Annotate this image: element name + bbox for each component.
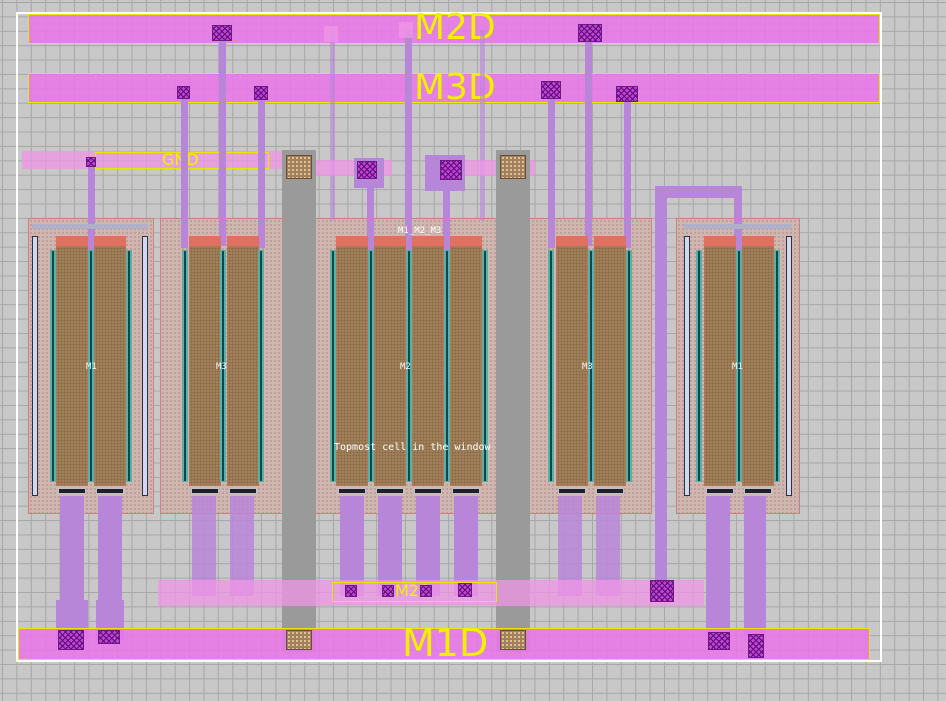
diffusion-strip[interactable] — [258, 250, 264, 482]
m2-line[interactable] — [219, 36, 226, 246]
m2-loop[interactable] — [655, 186, 741, 198]
gate-poly[interactable] — [227, 246, 259, 486]
m1d-pin-label: M1D — [402, 621, 489, 665]
source-drain-strip[interactable] — [744, 496, 766, 636]
substrate-tap[interactable] — [32, 236, 38, 496]
gate-bottom-contact[interactable] — [414, 488, 442, 494]
diffusion-strip[interactable] — [182, 250, 188, 482]
supply-column[interactable] — [282, 150, 316, 652]
source-drain-strip[interactable] — [98, 496, 122, 606]
via[interactable] — [541, 81, 561, 99]
gate-poly[interactable] — [56, 246, 88, 486]
via[interactable] — [177, 86, 190, 99]
tap-bracket — [32, 224, 148, 229]
gate-bottom-contact[interactable] — [452, 488, 480, 494]
m1-stub[interactable] — [324, 26, 338, 42]
via[interactable] — [345, 585, 357, 597]
via[interactable] — [420, 585, 432, 597]
diffusion-strip[interactable] — [774, 250, 780, 482]
m2-line[interactable] — [624, 92, 631, 248]
supply-via[interactable] — [500, 155, 526, 179]
gate-poly[interactable] — [742, 246, 774, 486]
via[interactable] — [708, 632, 730, 650]
device-label: M3 — [582, 362, 593, 372]
gate-bottom-contact[interactable] — [338, 488, 366, 494]
gate-bottom-contact[interactable] — [596, 488, 624, 494]
m2-line[interactable] — [258, 92, 265, 248]
device-label: M1 — [86, 362, 97, 372]
diffusion-strip[interactable] — [50, 250, 56, 482]
via[interactable] — [58, 630, 84, 650]
via[interactable] — [382, 585, 394, 597]
via[interactable] — [650, 580, 674, 602]
supply-via[interactable] — [286, 630, 312, 650]
diffusion-strip[interactable] — [548, 250, 554, 482]
window-title-label: Topmost cell in the window — [334, 442, 491, 453]
via[interactable] — [578, 24, 602, 42]
m2-line[interactable] — [181, 92, 188, 248]
gate-poly[interactable] — [94, 246, 126, 486]
via[interactable] — [212, 25, 232, 41]
device-label: M2 — [400, 362, 411, 372]
via[interactable] — [440, 160, 462, 180]
gate-bottom-contact[interactable] — [558, 488, 586, 494]
supply-column[interactable] — [496, 150, 530, 652]
m2-line[interactable] — [330, 30, 335, 220]
gate-bottom-contact[interactable] — [58, 488, 86, 494]
via[interactable] — [748, 634, 764, 658]
gate-bottom-contact[interactable] — [744, 488, 772, 494]
layout-canvas[interactable]: M2D M3D GND M1M3M2M3M1 M2S M1D — [0, 0, 946, 701]
diffusion-strip[interactable] — [626, 250, 632, 482]
substrate-tap[interactable] — [684, 236, 690, 496]
device-label: M3 — [216, 362, 227, 372]
gate-bottom-contact[interactable] — [706, 488, 734, 494]
m2-line[interactable] — [548, 92, 555, 248]
cell-name-label: M1_M2_M3 — [398, 226, 442, 236]
source-drain-strip[interactable] — [706, 496, 730, 636]
device-label: M1 — [732, 362, 743, 372]
gate-bottom-contact[interactable] — [191, 488, 219, 494]
gate-poly[interactable] — [594, 246, 626, 486]
via[interactable] — [254, 86, 268, 100]
via[interactable] — [357, 161, 377, 179]
gate-bottom-contact[interactable] — [376, 488, 404, 494]
substrate-tap[interactable] — [786, 236, 792, 496]
supply-via[interactable] — [500, 630, 526, 650]
via[interactable] — [458, 583, 472, 597]
via[interactable] — [86, 157, 96, 167]
m2-line[interactable] — [405, 30, 412, 250]
via[interactable] — [616, 86, 638, 102]
substrate-tap[interactable] — [142, 236, 148, 496]
diffusion-strip[interactable] — [696, 250, 702, 482]
m2-line[interactable] — [480, 30, 485, 220]
diffusion-strip[interactable] — [126, 250, 132, 482]
m2-loop[interactable] — [655, 186, 667, 596]
m2-line[interactable] — [585, 36, 592, 246]
gate-bottom-contact[interactable] — [96, 488, 124, 494]
m1-stub[interactable] — [399, 22, 413, 38]
supply-via[interactable] — [286, 155, 312, 179]
source-drain-strip[interactable] — [60, 496, 84, 606]
via[interactable] — [98, 630, 120, 644]
gate-bottom-contact[interactable] — [229, 488, 257, 494]
tap-bracket — [684, 224, 792, 229]
